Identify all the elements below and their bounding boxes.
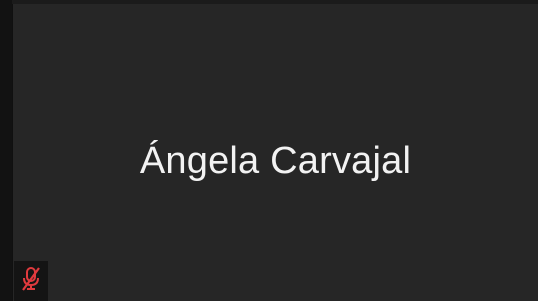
mic-muted-icon — [20, 266, 42, 297]
video-call-frame: Ángela Carvajal — [0, 0, 538, 301]
participant-video-tile[interactable]: Ángela Carvajal — [12, 4, 538, 301]
mic-status-badge — [14, 261, 48, 301]
frame-left-edge — [0, 0, 12, 301]
participant-name: Ángela Carvajal — [139, 140, 412, 182]
